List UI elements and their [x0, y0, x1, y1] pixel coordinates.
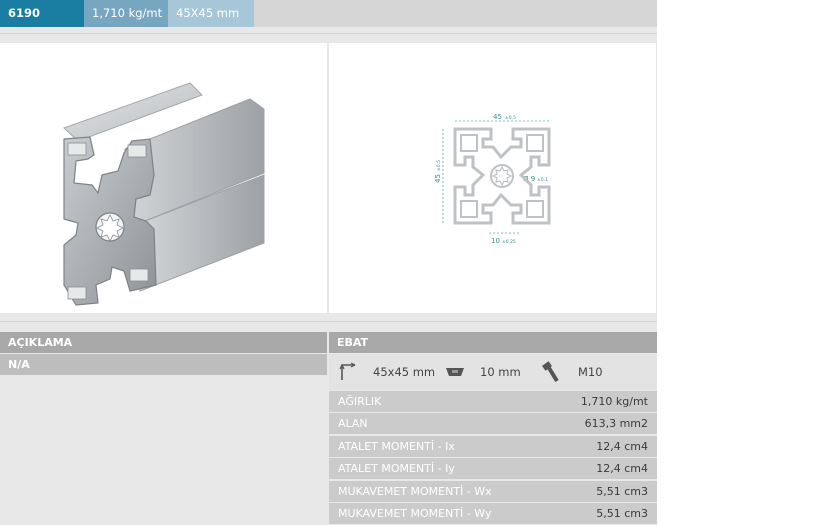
dimensions-header: EBAT: [329, 332, 657, 353]
property-row: ATALET MOMENTİ - Iy 12,4 cm4: [329, 458, 657, 479]
slot-tolerance: ±0.25: [502, 239, 516, 245]
property-value: 1,710 kg/mt: [580, 395, 648, 408]
product-size: 45X45 mm: [168, 0, 254, 27]
bolt-icon: [541, 354, 561, 390]
product-header: 6190 1,710 kg/mt 45X45 mm: [0, 0, 657, 27]
property-value: 5,51 cm3: [596, 507, 648, 520]
profile-drawing: 45 ±0.5 45 ±0.5 Ø 9 ±0.1 10 ±0.25: [329, 43, 656, 313]
property-label: MUKAVEMET MOMENTİ - Wx: [338, 485, 492, 498]
hole-tolerance: ±0.1: [537, 177, 548, 183]
corner-dimension-icon: [339, 354, 357, 390]
property-row: MUKAVEMET MOMENTİ - Wy 5,51 cm3: [329, 503, 657, 524]
dimensions-row: 45x45 mm 10 mm M10: [329, 354, 657, 390]
description-value: N/A: [0, 354, 327, 375]
height-tolerance: ±0.5: [436, 160, 442, 171]
width-tolerance: ±0.5: [505, 115, 516, 121]
profile-3d-image: [0, 43, 327, 313]
product-weight: 1,710 kg/mt: [84, 0, 168, 27]
product-panel: 6190 1,710 kg/mt 45X45 mm 45 ±0.5 45 ±0.…: [0, 0, 657, 525]
t-nut-icon: [445, 354, 465, 390]
property-value: 12,4 cm4: [596, 440, 648, 453]
property-row: AĞIRLIK 1,710 kg/mt: [329, 391, 657, 412]
slot-dimension: 10: [491, 237, 500, 245]
property-label: ATALET MOMENTİ - Ix: [338, 440, 455, 453]
divider: [0, 321, 657, 322]
property-value: 5,51 cm3: [596, 485, 648, 498]
property-row: ATALET MOMENTİ - Ix 12,4 cm4: [329, 436, 657, 457]
cross-section-drawing: 45 ±0.5 45 ±0.5 Ø 9 ±0.1 10 ±0.25: [434, 113, 551, 245]
property-value: 613,3 mm2: [584, 417, 648, 430]
width-dimension: 45: [493, 113, 502, 121]
property-label: ALAN: [338, 417, 368, 430]
description-header: AÇIKLAMA: [0, 332, 327, 353]
profile-3d-illustration: [63, 82, 265, 306]
property-row: MUKAVEMET MOMENTİ - Wx 5,51 cm3: [329, 481, 657, 502]
property-label: ATALET MOMENTİ - Iy: [338, 462, 455, 475]
slot-width-value: 10 mm: [480, 365, 521, 379]
divider: [0, 33, 657, 34]
height-dimension: 45: [434, 174, 442, 183]
property-row: ALAN 613,3 mm2: [329, 413, 657, 434]
profile-size-value: 45x45 mm: [373, 365, 436, 379]
product-code: 6190: [0, 0, 84, 27]
property-label: MUKAVEMET MOMENTİ - Wy: [338, 507, 492, 520]
bolt-value: M10: [578, 365, 603, 379]
property-value: 12,4 cm4: [596, 462, 648, 475]
property-label: AĞIRLIK: [338, 395, 382, 408]
